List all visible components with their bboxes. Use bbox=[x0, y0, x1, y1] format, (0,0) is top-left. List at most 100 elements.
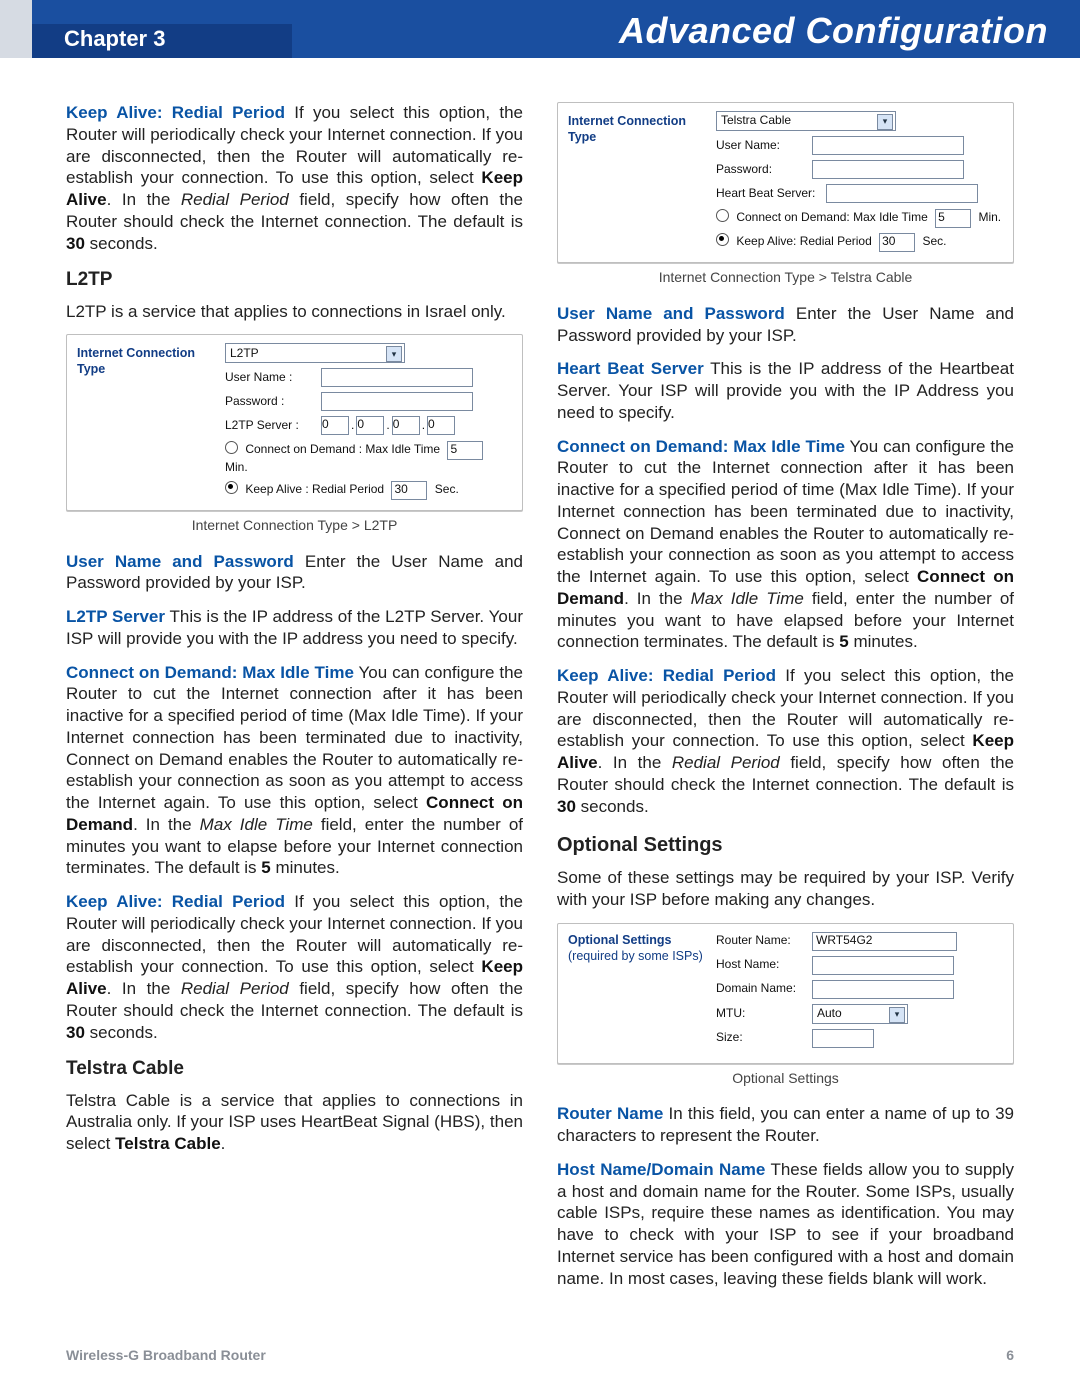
domain-name-input[interactable] bbox=[812, 980, 954, 999]
router-name-input[interactable]: WRT54G2 bbox=[812, 932, 957, 951]
text: . In the bbox=[107, 190, 181, 209]
text: These fields allow you to supply a host … bbox=[557, 1160, 1014, 1288]
para-userpass-l: User Name and Password Enter the User Na… bbox=[66, 551, 523, 595]
footer-page-number: 6 bbox=[1006, 1347, 1014, 1363]
para-l2tp-intro: L2TP is a service that applies to connec… bbox=[66, 301, 523, 323]
term-l2tpsrv: L2TP Server bbox=[66, 607, 165, 626]
unit-min: Min. bbox=[225, 460, 248, 474]
panel-label: Internet Connection Type bbox=[568, 111, 716, 145]
text: minutes. bbox=[271, 858, 340, 877]
label-hbs: Heart Beat Server: bbox=[716, 186, 826, 201]
panel-label: Internet Connection Type bbox=[77, 343, 225, 377]
term-userpass: User Name and Password bbox=[557, 304, 785, 323]
ital-redial: Redial Period bbox=[181, 190, 289, 209]
para-telstra: Telstra Cable is a service that applies … bbox=[66, 1090, 523, 1155]
left-column: Keep Alive: Redial Period If you select … bbox=[66, 102, 523, 1301]
para-hbs: Heart Beat Server This is the IP address… bbox=[557, 358, 1014, 423]
figure-l2tp: Internet Connection Type L2TP ▾ User Nam… bbox=[66, 334, 523, 534]
host-name-input[interactable] bbox=[812, 956, 954, 975]
text: You can configure the Router to cut the … bbox=[66, 663, 523, 813]
text: seconds. bbox=[85, 1023, 158, 1042]
telstra-connection-type-select[interactable]: Telstra Cable ▾ bbox=[716, 111, 896, 131]
label-password: Password: bbox=[716, 162, 812, 177]
term-hbs: Heart Beat Server bbox=[557, 359, 704, 378]
para-optional-intro: Some of these settings may be required b… bbox=[557, 867, 1014, 911]
figure-optional: Optional Settings (required by some ISPs… bbox=[557, 923, 1014, 1088]
l2tp-ip-1[interactable]: 0 bbox=[321, 416, 349, 435]
chapter-label: Chapter 3 bbox=[64, 26, 165, 52]
telstra-connect-on-demand-radio[interactable] bbox=[716, 209, 729, 222]
telstra-password-input[interactable] bbox=[812, 160, 964, 179]
page-footer: Wireless-G Broadband Router 6 bbox=[66, 1347, 1014, 1363]
select-value: Telstra Cable bbox=[721, 113, 791, 128]
bold-30b: 30 bbox=[66, 1023, 85, 1042]
bold-30: 30 bbox=[557, 797, 576, 816]
label-domain-name: Domain Name: bbox=[716, 981, 812, 996]
text: . bbox=[221, 1134, 226, 1153]
text: You can configure the Router to cut the … bbox=[557, 437, 1014, 587]
telstra-redial-input[interactable]: 30 bbox=[879, 233, 915, 252]
label-ka: Keep Alive: Redial Period bbox=[736, 234, 871, 248]
bold-telstra: Telstra Cable bbox=[115, 1134, 221, 1153]
term-ka: Keep Alive: Redial Period bbox=[557, 666, 776, 685]
select-value: Auto bbox=[817, 1006, 842, 1021]
label-username: User Name: bbox=[716, 138, 812, 153]
label-host-name: Host Name: bbox=[716, 957, 812, 972]
chevron-down-icon: ▾ bbox=[889, 1007, 905, 1023]
telstra-username-input[interactable] bbox=[812, 136, 964, 155]
term-cod: Connect on Demand: Max Idle Time bbox=[557, 437, 845, 456]
l2tp-connection-type-select[interactable]: L2TP ▾ bbox=[225, 343, 405, 363]
screenshot-l2tp: Internet Connection Type L2TP ▾ User Nam… bbox=[66, 334, 523, 510]
l2tp-username-input[interactable] bbox=[321, 368, 473, 387]
telstra-keep-alive-radio[interactable] bbox=[716, 233, 729, 246]
label-username: User Name : bbox=[225, 370, 321, 385]
ital-rp: Redial Period bbox=[672, 753, 780, 772]
bold-5: 5 bbox=[839, 632, 848, 651]
mtu-select[interactable]: Auto ▾ bbox=[812, 1004, 908, 1024]
l2tp-max-idle-input[interactable]: 5 bbox=[447, 441, 483, 460]
figure-caption-telstra: Internet Connection Type > Telstra Cable bbox=[557, 269, 1014, 287]
l2tp-ip-2[interactable]: 0 bbox=[356, 416, 384, 435]
telstra-max-idle-input[interactable]: 5 bbox=[935, 209, 971, 228]
term-cod: Connect on Demand: Max Idle Time bbox=[66, 663, 354, 682]
figure-caption-optional: Optional Settings bbox=[557, 1070, 1014, 1088]
text: . In the bbox=[624, 589, 691, 608]
ital-mit: Max Idle Time bbox=[691, 589, 804, 608]
figure-caption-l2tp: Internet Connection Type > L2TP bbox=[66, 517, 523, 535]
unit-sec: Sec. bbox=[922, 234, 946, 248]
select-value: L2TP bbox=[230, 346, 259, 361]
unit-sec: Sec. bbox=[435, 482, 459, 496]
l2tp-ip-3[interactable]: 0 bbox=[392, 416, 420, 435]
telstra-hbs-input[interactable] bbox=[826, 184, 978, 203]
l2tp-redial-input[interactable]: 30 bbox=[391, 481, 427, 500]
heading-l2tp: L2TP bbox=[66, 268, 523, 292]
l2tp-connect-on-demand-radio[interactable] bbox=[225, 441, 238, 454]
page-title: Advanced Configuration bbox=[619, 10, 1048, 52]
term-routername: Router Name bbox=[557, 1104, 663, 1123]
ital-mit: Max Idle Time bbox=[200, 815, 313, 834]
ital-rp: Redial Period bbox=[181, 979, 289, 998]
l2tp-keep-alive-radio[interactable] bbox=[225, 481, 238, 494]
panel-label-line1: Optional Settings bbox=[568, 932, 716, 948]
figure-telstra: Internet Connection Type Telstra Cable ▾… bbox=[557, 102, 1014, 287]
screenshot-telstra: Internet Connection Type Telstra Cable ▾… bbox=[557, 102, 1014, 263]
size-input[interactable] bbox=[812, 1029, 874, 1048]
para-userpass-r: User Name and Password Enter the User Na… bbox=[557, 303, 1014, 347]
text: seconds. bbox=[576, 797, 649, 816]
screenshot-optional: Optional Settings (required by some ISPs… bbox=[557, 923, 1014, 1064]
para-router-name: Router Name In this field, you can enter… bbox=[557, 1103, 1014, 1147]
term-userpass: User Name and Password bbox=[66, 552, 294, 571]
text: . In the bbox=[133, 815, 200, 834]
heading-telstra: Telstra Cable bbox=[66, 1057, 523, 1081]
label-cod: Connect on Demand : Max Idle Time bbox=[245, 442, 440, 456]
para-cod-r: Connect on Demand: Max Idle Time You can… bbox=[557, 436, 1014, 654]
label-mtu: MTU: bbox=[716, 1006, 812, 1021]
l2tp-password-input[interactable] bbox=[321, 392, 473, 411]
text: . In the bbox=[107, 979, 181, 998]
l2tp-ip-4[interactable]: 0 bbox=[427, 416, 455, 435]
term-hostdomain: Host Name/Domain Name bbox=[557, 1160, 765, 1179]
term-keepalive: Keep Alive: Redial Period bbox=[66, 103, 285, 122]
content-columns: Keep Alive: Redial Period If you select … bbox=[0, 58, 1080, 1301]
para-hostdomain: Host Name/Domain Name These fields allow… bbox=[557, 1159, 1014, 1290]
text: minutes. bbox=[849, 632, 918, 651]
